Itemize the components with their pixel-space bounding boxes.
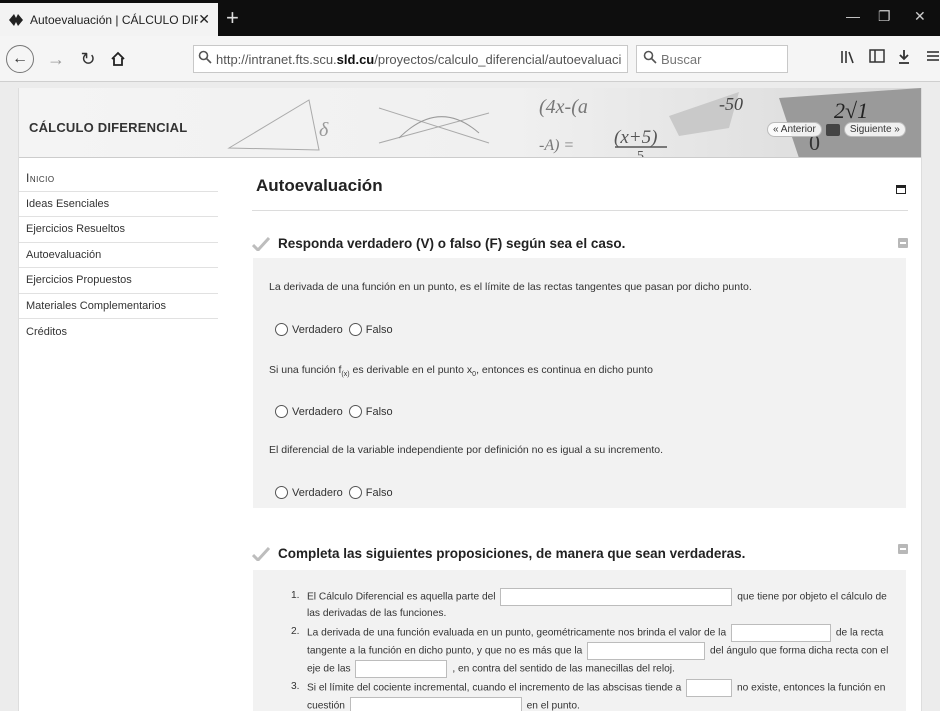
sidebar-item-inicio[interactable]: Inicio — [19, 166, 218, 192]
minimize-window-icon[interactable]: — — [846, 8, 860, 24]
section2-collapse-icon[interactable] — [898, 544, 908, 554]
search-icon — [643, 50, 657, 69]
blank-input-6[interactable] — [349, 697, 522, 711]
section2-panel: 1. El Cálculo Diferencial es aquella par… — [253, 570, 906, 711]
main-content: Autoevaluación Responda verdadero (V) o … — [238, 158, 921, 711]
title-divider — [252, 210, 908, 211]
svg-text:δ: δ — [319, 119, 329, 141]
section2-title: Completa las siguientes proposiciones, d… — [278, 546, 746, 561]
menu-icon[interactable] — [926, 49, 940, 67]
library-icon[interactable] — [840, 49, 856, 69]
site-favicon-icon — [8, 12, 24, 28]
checkmark-icon — [252, 236, 270, 251]
next-link[interactable]: Siguiente » — [843, 122, 906, 137]
page-viewport: δ (4x-(a -A) = (x+5) 5 -50 2√1 0 CÁLCULO… — [0, 82, 940, 711]
question3-text: El diferencial de la variable independie… — [269, 444, 664, 456]
q3-true-radio[interactable] — [275, 486, 288, 499]
fill-in-list: 1. El Cálculo Diferencial es aquella par… — [291, 588, 897, 711]
question3-options: Verdadero Falso — [275, 486, 399, 499]
maximize-icon[interactable] — [896, 185, 906, 194]
search-input[interactable] — [661, 51, 781, 67]
blank-input-1[interactable] — [500, 588, 733, 606]
question2-text: Si una función f(x) es derivable en el p… — [269, 364, 653, 379]
tab-close-icon[interactable]: ✕ — [198, 11, 210, 28]
q1-false-label[interactable]: Falso — [366, 324, 393, 336]
svg-text:(4x-(a: (4x-(a — [539, 96, 588, 118]
reload-icon[interactable]: ↻ — [76, 47, 100, 71]
search-icon — [198, 50, 212, 69]
sidebar-item-creditos[interactable]: Créditos — [19, 319, 218, 345]
previous-link[interactable]: « Anterior — [767, 122, 822, 137]
search-bar[interactable] — [636, 45, 788, 73]
section1-title: Responda verdadero (V) o falso (F) según… — [278, 236, 626, 251]
fill-item-3: 3. Si el límite del cociente incremental… — [291, 679, 897, 711]
browser-toolbar: ← → ↻ http://intranet.fts.scu.sld.cu/pro… — [0, 36, 940, 82]
home-icon[interactable] — [106, 47, 130, 71]
question2-options: Verdadero Falso — [275, 405, 399, 418]
question1-options: Verdadero Falso — [275, 323, 399, 336]
sidebar-item-autoevaluacion[interactable]: Autoevaluación — [19, 243, 218, 268]
q3-true-label[interactable]: Verdadero — [292, 487, 343, 499]
q1-true-label[interactable]: Verdadero — [292, 324, 343, 336]
q2-false-radio[interactable] — [348, 405, 362, 418]
q3-false-radio[interactable] — [348, 486, 362, 499]
fill-item-2: 2. La derivada de una función evaluada e… — [291, 623, 897, 679]
q2-false-label[interactable]: Falso — [366, 406, 393, 418]
question1-text: La derivada de una función en un punto, … — [269, 281, 752, 293]
section1-collapse-icon[interactable] — [898, 238, 908, 248]
new-tab-button[interactable]: + — [226, 5, 239, 31]
site-banner: δ (4x-(a -A) = (x+5) 5 -50 2√1 0 CÁLCULO… — [19, 88, 921, 158]
sidebar-item-ejercicios-propuestos[interactable]: Ejercicios Propuestos — [19, 268, 218, 294]
q2-true-radio[interactable] — [275, 405, 288, 418]
sidebar-nav: Inicio Ideas Esenciales Ejercicios Resue… — [19, 166, 218, 345]
blank-input-5[interactable] — [686, 679, 733, 698]
home-nav-icon[interactable] — [825, 123, 840, 136]
section1-header: Responda verdadero (V) o falso (F) según… — [252, 236, 625, 251]
fill-item-1: 1. El Cálculo Diferencial es aquella par… — [291, 588, 887, 620]
svg-text:(x+5): (x+5) — [614, 127, 657, 148]
url-bar[interactable]: http://intranet.fts.scu.sld.cu/proyectos… — [193, 45, 628, 73]
svg-text:5: 5 — [637, 149, 644, 158]
svg-text:2√1: 2√1 — [834, 98, 868, 123]
sidebar-item-ejercicios-resueltos[interactable]: Ejercicios Resueltos — [19, 217, 218, 243]
page-pagination: « Anterior Siguiente » — [767, 122, 906, 137]
site-container: δ (4x-(a -A) = (x+5) 5 -50 2√1 0 CÁLCULO… — [18, 88, 922, 711]
tab-title: Autoevaluación | CÁLCULO DIF — [30, 12, 199, 27]
sidebar-toggle-icon[interactable] — [869, 49, 885, 67]
svg-text:-50: -50 — [719, 94, 743, 114]
restore-window-icon[interactable]: ❐ — [878, 8, 891, 25]
section2-header: Completa las siguientes proposiciones, d… — [252, 546, 745, 561]
forward-arrow-icon[interactable]: → — [44, 47, 68, 71]
section1-panel: La derivada de una función en un punto, … — [253, 258, 906, 508]
blank-input-4[interactable] — [355, 660, 448, 679]
site-title: CÁLCULO DIFERENCIAL — [29, 120, 188, 135]
back-arrow-icon[interactable]: ← — [6, 45, 34, 73]
close-window-icon[interactable]: ✕ — [914, 8, 926, 25]
q1-true-radio[interactable] — [275, 323, 288, 336]
q1-false-radio[interactable] — [348, 323, 362, 336]
sidebar-item-materiales-complementarios[interactable]: Materiales Complementarios — [19, 294, 218, 319]
q2-true-label[interactable]: Verdadero — [292, 406, 343, 418]
browser-tab-strip: Autoevaluación | CÁLCULO DIF ✕ + — ❐ ✕ — [0, 0, 940, 36]
blank-input-2[interactable] — [730, 623, 831, 642]
svg-text:-A) =: -A) = — [539, 137, 574, 154]
url-text: http://intranet.fts.scu.sld.cu/proyectos… — [216, 51, 622, 67]
blank-input-3[interactable] — [587, 641, 706, 660]
checkmark-icon — [252, 546, 270, 561]
sidebar-item-ideas-esenciales[interactable]: Ideas Esenciales — [19, 192, 218, 217]
download-icon[interactable] — [897, 49, 911, 69]
q3-false-label[interactable]: Falso — [366, 487, 393, 499]
browser-tab-active[interactable]: Autoevaluación | CÁLCULO DIF ✕ — [0, 3, 218, 36]
page-title: Autoevaluación — [256, 176, 383, 195]
